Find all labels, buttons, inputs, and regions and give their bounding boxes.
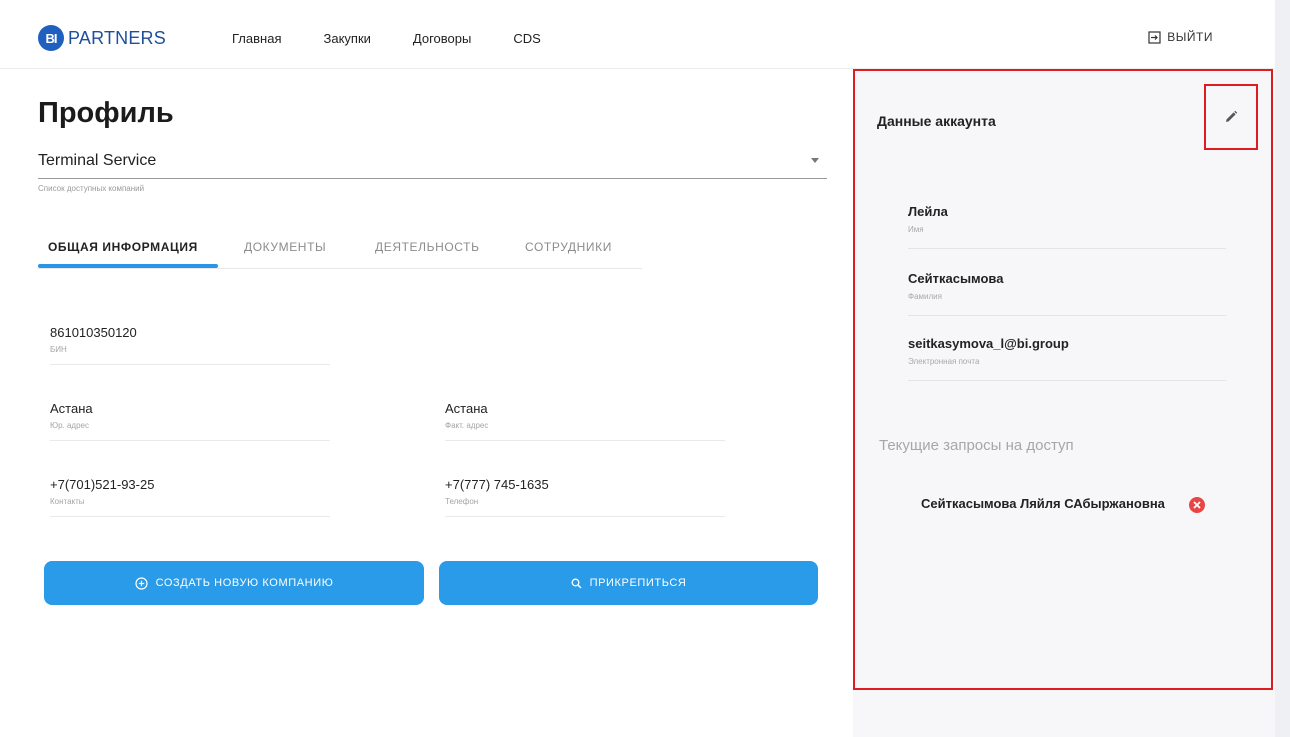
logo-mark: BI: [38, 25, 64, 51]
top-header: BI PARTNERS Главная Закупки Договоры CDS…: [0, 0, 1275, 69]
scrollbar-track[interactable]: [1275, 0, 1290, 737]
field-legal-address: Астана Юр. адрес: [50, 401, 330, 441]
field-bin-label: БИН: [50, 345, 67, 354]
access-request-item: Сейткасымова Ляйля САбыржановна: [921, 496, 1165, 511]
nav-item-cds[interactable]: CDS: [513, 31, 540, 46]
account-last-name-value: Сейткасымова: [908, 271, 1004, 286]
account-first-name: Лейла Имя: [908, 204, 1226, 249]
field-actual-address-value: Астана: [445, 401, 488, 416]
field-contacts-label: Контакты: [50, 497, 85, 506]
active-tab-indicator: [38, 264, 218, 268]
field-contacts: +7(701)521-93-25 Контакты: [50, 477, 330, 517]
field-legal-address-value: Астана: [50, 401, 93, 416]
profile-tabs: ОБЩАЯ ИНФОРМАЦИЯ ДОКУМЕНТЫ ДЕЯТЕЛЬНОСТЬ …: [38, 226, 642, 269]
edit-account-button[interactable]: [1204, 84, 1258, 150]
logo-text: PARTNERS: [68, 27, 166, 48]
tab-activity[interactable]: ДЕЯТЕЛЬНОСТЬ: [375, 240, 480, 254]
logout-label: ВЫЙТИ: [1167, 30, 1213, 44]
field-phone: +7(777) 745-1635 Телефон: [445, 477, 725, 517]
account-first-name-value: Лейла: [908, 204, 948, 219]
attach-button[interactable]: ПРИКРЕПИТЬСЯ: [439, 561, 818, 605]
account-last-name: Сейткасымова Фамилия: [908, 271, 1226, 316]
field-contacts-value: +7(701)521-93-25: [50, 477, 155, 492]
chevron-down-icon: [811, 158, 819, 163]
nav-item-home[interactable]: Главная: [232, 31, 281, 46]
create-company-label: СОЗДАТЬ НОВУЮ КОМПАНИЮ: [155, 577, 334, 589]
field-phone-value: +7(777) 745-1635: [445, 477, 549, 492]
account-email-label: Электронная почта: [908, 357, 980, 366]
pencil-icon: [1226, 110, 1238, 122]
company-select[interactable]: Terminal Service: [38, 148, 827, 179]
account-last-name-label: Фамилия: [908, 292, 942, 301]
company-select-hint: Список доступных компаний: [38, 184, 145, 193]
tab-general-info[interactable]: ОБЩАЯ ИНФОРМАЦИЯ: [48, 240, 198, 254]
field-legal-address-label: Юр. адрес: [50, 421, 89, 430]
access-requests-title: Текущие запросы на доступ: [879, 437, 1074, 454]
logout-button[interactable]: ВЫЙТИ: [1148, 30, 1213, 44]
account-first-name-label: Имя: [908, 225, 924, 234]
attach-label: ПРИКРЕПИТЬСЯ: [589, 577, 687, 589]
account-panel-title: Данные аккаунта: [877, 113, 996, 129]
nav-item-purchases[interactable]: Закупки: [323, 31, 370, 46]
plus-circle-icon: [134, 576, 148, 590]
field-phone-label: Телефон: [445, 497, 479, 506]
logout-icon: [1148, 30, 1161, 44]
field-actual-address: Астана Факт. адрес: [445, 401, 725, 441]
remove-request-icon[interactable]: [1188, 496, 1206, 514]
company-select-value: Terminal Service: [38, 152, 157, 169]
create-company-button[interactable]: СОЗДАТЬ НОВУЮ КОМПАНИЮ: [44, 561, 424, 605]
field-bin: 861010350120 БИН: [50, 325, 330, 365]
search-icon: [571, 578, 582, 588]
tab-employees[interactable]: СОТРУДНИКИ: [525, 240, 612, 254]
tab-documents[interactable]: ДОКУМЕНТЫ: [244, 240, 326, 254]
account-panel: Данные аккаунта Лейла Имя Сейткасымова Ф…: [853, 69, 1273, 690]
main-nav: Главная Закупки Договоры CDS: [232, 31, 583, 46]
page-title: Профиль: [38, 97, 174, 129]
account-email-value: seitkasymova_l@bi.group: [908, 336, 1069, 351]
account-email: seitkasymova_l@bi.group Электронная почт…: [908, 336, 1226, 381]
logo[interactable]: BI PARTNERS: [38, 25, 166, 51]
field-bin-value: 861010350120: [50, 325, 137, 340]
nav-item-contracts[interactable]: Договоры: [413, 31, 471, 46]
panel-background: [853, 690, 1275, 737]
field-actual-address-label: Факт. адрес: [445, 421, 489, 430]
